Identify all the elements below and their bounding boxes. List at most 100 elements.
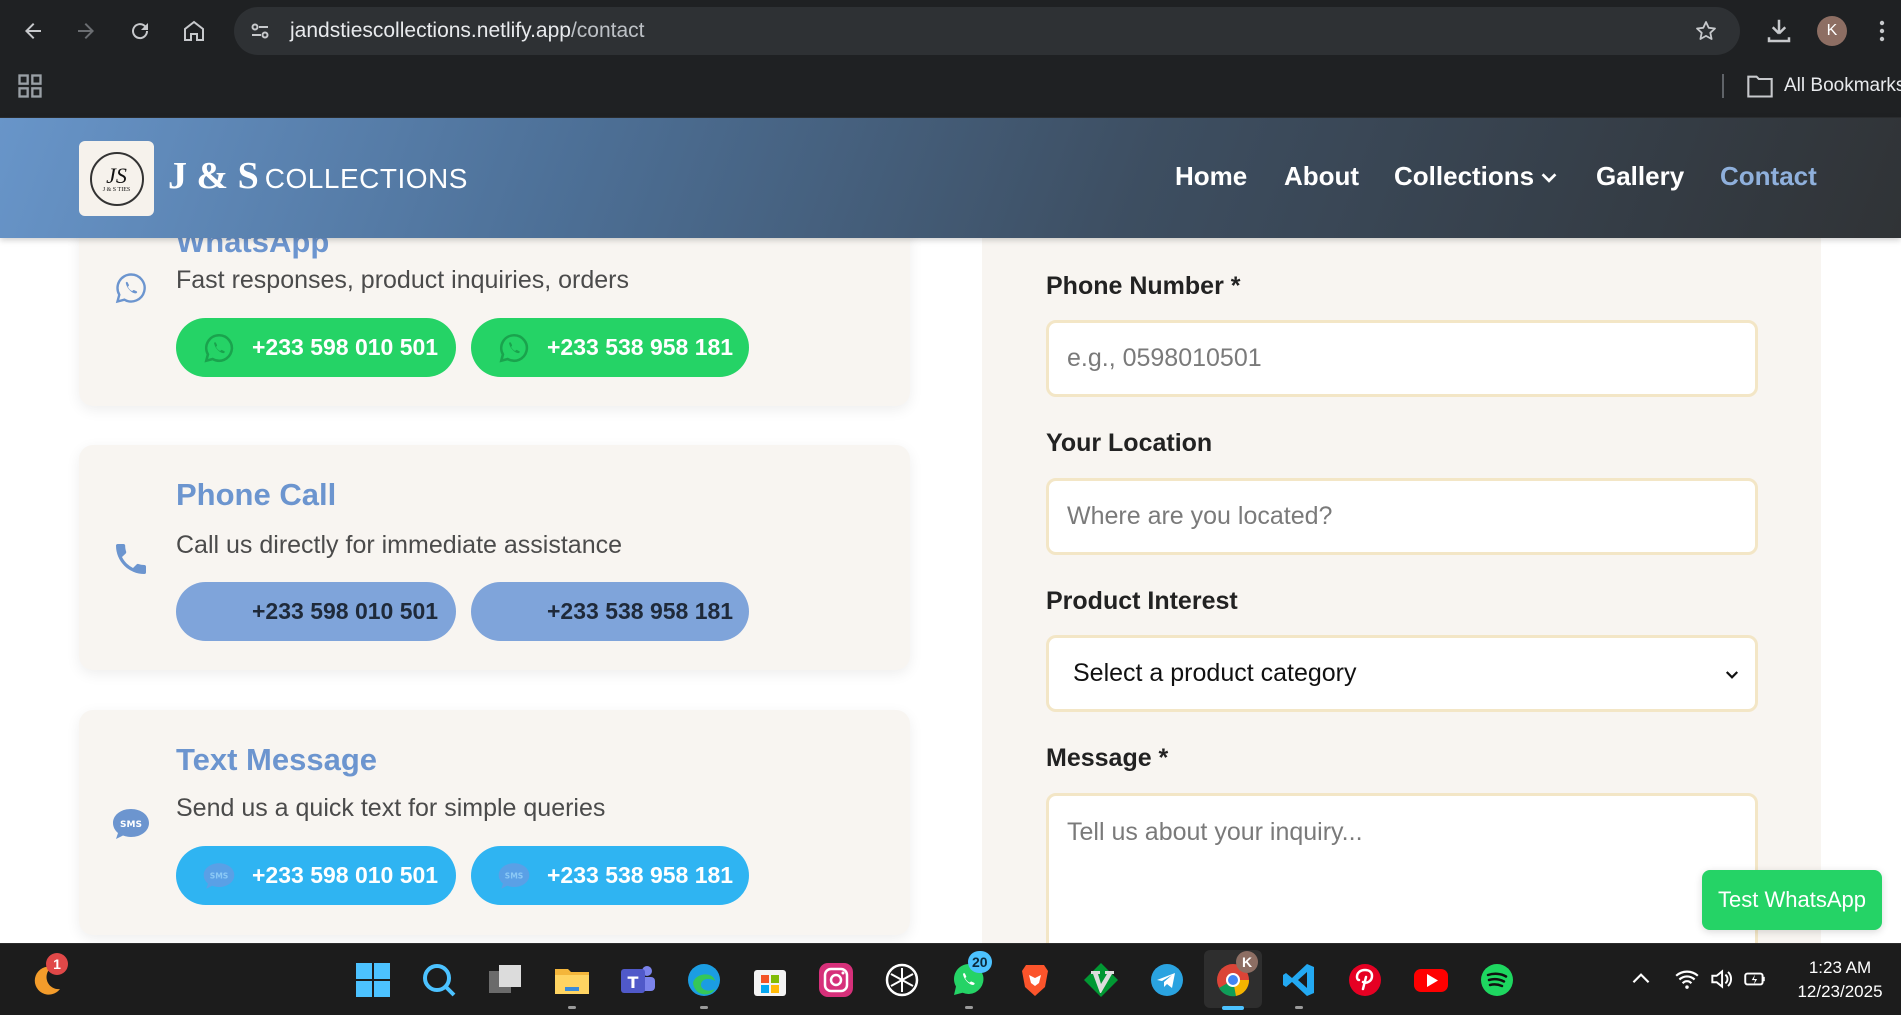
start-button[interactable] (354, 961, 392, 999)
sms-icon: SMS (113, 809, 149, 839)
card-title: Text Message (176, 742, 378, 777)
chevron-up-icon[interactable] (1628, 966, 1654, 992)
whatsapp-card: WhatsApp Fast responses, product inquiri… (79, 238, 910, 406)
windows-icon (356, 963, 390, 997)
taskbar-whatsapp[interactable]: 20 (950, 951, 992, 999)
whatsapp-number-1: +233 598 010 501 (252, 334, 439, 360)
youtube-icon (1414, 969, 1448, 992)
address-bar[interactable]: jandstiescollections.netlify.app/contact (234, 7, 1740, 55)
spotify-icon (1481, 964, 1513, 996)
system-clock[interactable]: 1:23 AM 12/23/2025 (1785, 956, 1895, 1004)
running-indicator (965, 1006, 973, 1009)
weather-widget[interactable]: 1 (28, 953, 68, 999)
sms-button-2[interactable]: SMS +233 538 958 181 (471, 846, 749, 905)
taskbar-instagram[interactable] (817, 961, 855, 999)
url-host: jandstiescollections.netlify.app (290, 19, 571, 42)
sms-button-1[interactable]: SMS +233 598 010 501 (176, 846, 456, 905)
notification-badge: 1 (46, 953, 68, 975)
taskbar-youtube[interactable] (1412, 961, 1450, 999)
brave-icon (1022, 965, 1048, 996)
phone-input[interactable] (1046, 320, 1758, 397)
profile-avatar[interactable]: K (1817, 16, 1847, 46)
battery-charging-icon[interactable] (1742, 966, 1768, 992)
taskbar-vscode[interactable] (1280, 961, 1318, 999)
call-button-1[interactable]: +233 598 010 501 (176, 582, 456, 641)
task-view-button[interactable] (486, 961, 524, 999)
kebab-menu-icon[interactable] (1872, 16, 1892, 46)
taskbar-telegram[interactable] (1148, 961, 1186, 999)
site-logo[interactable]: JS J & S TIES (79, 141, 154, 216)
sms-number-1: +233 598 010 501 (252, 862, 439, 888)
brand-text: COLLECTIONS (264, 163, 468, 194)
running-indicator (700, 1006, 708, 1009)
whatsapp-icon (499, 333, 529, 363)
all-bookmarks-link[interactable]: All Bookmarks (1784, 75, 1901, 97)
nav-about[interactable]: About (1284, 161, 1359, 192)
reload-button[interactable] (121, 12, 159, 50)
url-text: jandstiescollections.netlify.app/contact (290, 19, 644, 43)
taskbar-store[interactable] (751, 961, 789, 999)
taskbar-vim[interactable] (1082, 961, 1120, 999)
nav-gallery[interactable]: Gallery (1596, 161, 1684, 192)
taskbar-file-explorer[interactable] (553, 961, 591, 999)
brand-mark: J & S (168, 155, 259, 197)
back-button[interactable] (14, 12, 52, 50)
teams-icon: T (621, 966, 655, 993)
telegram-icon (1151, 964, 1183, 996)
arrow-right-icon (78, 23, 94, 39)
site-info-icon[interactable] (248, 19, 272, 43)
taskbar-brave[interactable] (1016, 961, 1054, 999)
taskbar-chatgpt[interactable] (883, 961, 921, 999)
card-description: Send us a quick text for simple queries (176, 794, 606, 822)
forward-button[interactable] (67, 12, 105, 50)
product-interest-label: Product Interest (1046, 587, 1238, 615)
taskbar-chrome[interactable]: K (1214, 951, 1258, 999)
running-indicator (568, 1006, 576, 1009)
product-interest-select[interactable]: Select a product category (1046, 635, 1758, 712)
vscode-icon (1283, 964, 1314, 996)
message-textarea[interactable] (1046, 793, 1758, 943)
sms-number-2: +233 538 958 181 (547, 862, 734, 888)
whatsapp-button-1[interactable]: +233 598 010 501 (176, 318, 456, 377)
svg-text:SMS: SMS (120, 820, 142, 830)
call-button-2[interactable]: +233 538 958 181 (471, 582, 749, 641)
whatsapp-icon (115, 273, 146, 304)
logo-small-text: J & S TIES (102, 186, 131, 193)
nav-contact[interactable]: Contact (1720, 161, 1817, 192)
download-icon[interactable] (1764, 16, 1794, 46)
notification-badge: 20 (968, 951, 992, 973)
location-input[interactable] (1046, 478, 1758, 555)
svg-text:T: T (628, 973, 639, 992)
nav-collections[interactable]: Collections (1394, 161, 1560, 192)
search-button[interactable] (420, 961, 458, 999)
whatsapp-button-2[interactable]: +233 538 958 181 (471, 318, 749, 377)
arrow-left-icon (25, 23, 41, 39)
home-button[interactable] (175, 12, 213, 50)
volume-icon[interactable] (1708, 966, 1734, 992)
taskbar-teams[interactable]: T (619, 961, 657, 999)
card-description: Call us directly for immediate assistanc… (176, 531, 622, 559)
brand-name[interactable]: J & S COLLECTIONS (168, 154, 468, 198)
nav-collections-label: Collections (1394, 161, 1535, 191)
whatsapp-number-2: +233 538 958 181 (547, 334, 734, 360)
contact-page-content: WhatsApp Fast responses, product inquiri… (0, 238, 1901, 943)
edge-icon (688, 964, 720, 996)
taskbar-pinterest[interactable] (1346, 961, 1384, 999)
profile-badge: K (1236, 951, 1258, 973)
message-label: Message * (1046, 744, 1169, 772)
url-path: /contact (570, 19, 645, 42)
location-label: Your Location (1046, 429, 1213, 457)
star-icon[interactable] (1694, 19, 1718, 43)
test-whatsapp-button[interactable]: Test WhatsApp (1702, 870, 1882, 930)
sms-icon: SMS (203, 862, 235, 889)
wifi-icon[interactable] (1674, 966, 1700, 992)
svg-text:SMS: SMS (210, 871, 229, 880)
apps-grid-icon[interactable] (16, 72, 44, 100)
call-number-1: +233 598 010 501 (252, 598, 439, 624)
taskbar-spotify[interactable] (1478, 961, 1516, 999)
nav-home[interactable]: Home (1175, 161, 1247, 192)
taskbar: 1 T 20 K 1:23 AM 12/23/2025 (0, 943, 1901, 1015)
card-title: WhatsApp (176, 238, 330, 259)
folder-icon[interactable] (1746, 73, 1774, 99)
taskbar-edge[interactable] (685, 961, 723, 999)
